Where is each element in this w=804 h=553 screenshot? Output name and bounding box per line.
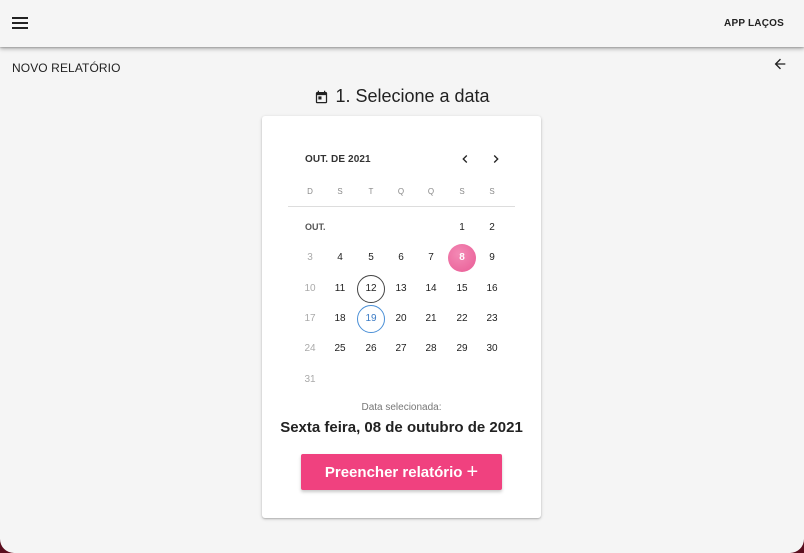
step-title: 1. Selecione a data	[335, 86, 490, 106]
fill-report-button-label: Preencher relatório	[324, 463, 463, 481]
calendar-day[interactable]: 25	[326, 335, 354, 363]
calendar-day[interactable]: 28	[417, 335, 445, 363]
calendar-divider	[288, 206, 515, 207]
date-picker-card: OUT. DE 2021 D S T Q Q S S OUT. 1 2 3 4 …	[262, 116, 541, 518]
calendar-day-today[interactable]: 12	[357, 275, 385, 303]
calendar-day[interactable]: 20	[387, 305, 415, 333]
calendar-day[interactable]: 11	[326, 275, 354, 303]
calendar-day[interactable]: 3	[296, 244, 324, 272]
calendar-day[interactable]: 4	[326, 244, 354, 272]
calendar-day[interactable]: 9	[478, 244, 506, 272]
calendar-month-label[interactable]: OUT. DE 2021	[305, 154, 371, 165]
calendar-day[interactable]: 6	[387, 244, 415, 272]
menu-icon[interactable]	[12, 16, 28, 30]
calendar-day[interactable]: 30	[478, 335, 506, 363]
weekday-label: T	[368, 187, 374, 196]
calendar-day[interactable]: 10	[296, 275, 324, 303]
weekday-label: S	[489, 187, 495, 196]
calendar-day[interactable]: 15	[448, 275, 476, 303]
calendar-day-highlighted[interactable]: 19	[357, 305, 385, 333]
calendar-day[interactable]: 23	[478, 305, 506, 333]
calendar-day[interactable]: 7	[417, 244, 445, 272]
calendar-day[interactable]: 27	[387, 335, 415, 363]
selected-date-label: Data selecionada:	[361, 402, 442, 413]
calendar-day-selected[interactable]: 8	[448, 244, 476, 272]
calendar-day[interactable]: 24	[296, 335, 324, 363]
calendar-inline-month: OUT.	[305, 222, 326, 232]
calendar-day[interactable]: 17	[296, 305, 324, 333]
step-heading: 1. Selecione a data	[0, 86, 804, 110]
calendar-day[interactable]: 22	[448, 305, 476, 333]
calendar-day[interactable]: 18	[326, 305, 354, 333]
calendar-day[interactable]: 16	[478, 275, 506, 303]
calendar-day[interactable]: 31	[296, 366, 324, 394]
calendar-day[interactable]: 5	[357, 244, 385, 272]
weekday-label: S	[459, 187, 465, 196]
top-app-bar: APP LAÇOS	[0, 0, 804, 47]
plus-icon: +	[466, 461, 479, 483]
calendar-icon	[316, 90, 328, 103]
calendar-day[interactable]: 13	[387, 275, 415, 303]
app-window: APP LAÇOS NOVO RELATÓRIO 1. Selecione a …	[0, 0, 804, 553]
arrow-left-icon[interactable]	[772, 56, 788, 72]
selected-date-text: Sexta feira, 08 de outubro de 2021	[280, 419, 523, 436]
calendar-day[interactable]: 14	[417, 275, 445, 303]
app-title: APP LAÇOS	[724, 18, 784, 29]
page-title: NOVO RELATÓRIO	[12, 61, 121, 75]
calendar-day[interactable]: 1	[448, 214, 476, 242]
calendar-day[interactable]: 2	[478, 214, 506, 242]
chevron-right-icon[interactable]	[488, 151, 504, 167]
weekday-label: D	[307, 187, 313, 196]
weekday-label: Q	[427, 187, 435, 196]
calendar-day[interactable]: 26	[357, 335, 385, 363]
calendar-day[interactable]: 29	[448, 335, 476, 363]
calendar-day[interactable]: 21	[417, 305, 445, 333]
chevron-left-icon[interactable]	[457, 151, 473, 167]
weekday-label: Q	[397, 187, 405, 196]
fill-report-button[interactable]: Preencher relatório +	[301, 454, 502, 490]
weekday-label: S	[337, 187, 343, 196]
